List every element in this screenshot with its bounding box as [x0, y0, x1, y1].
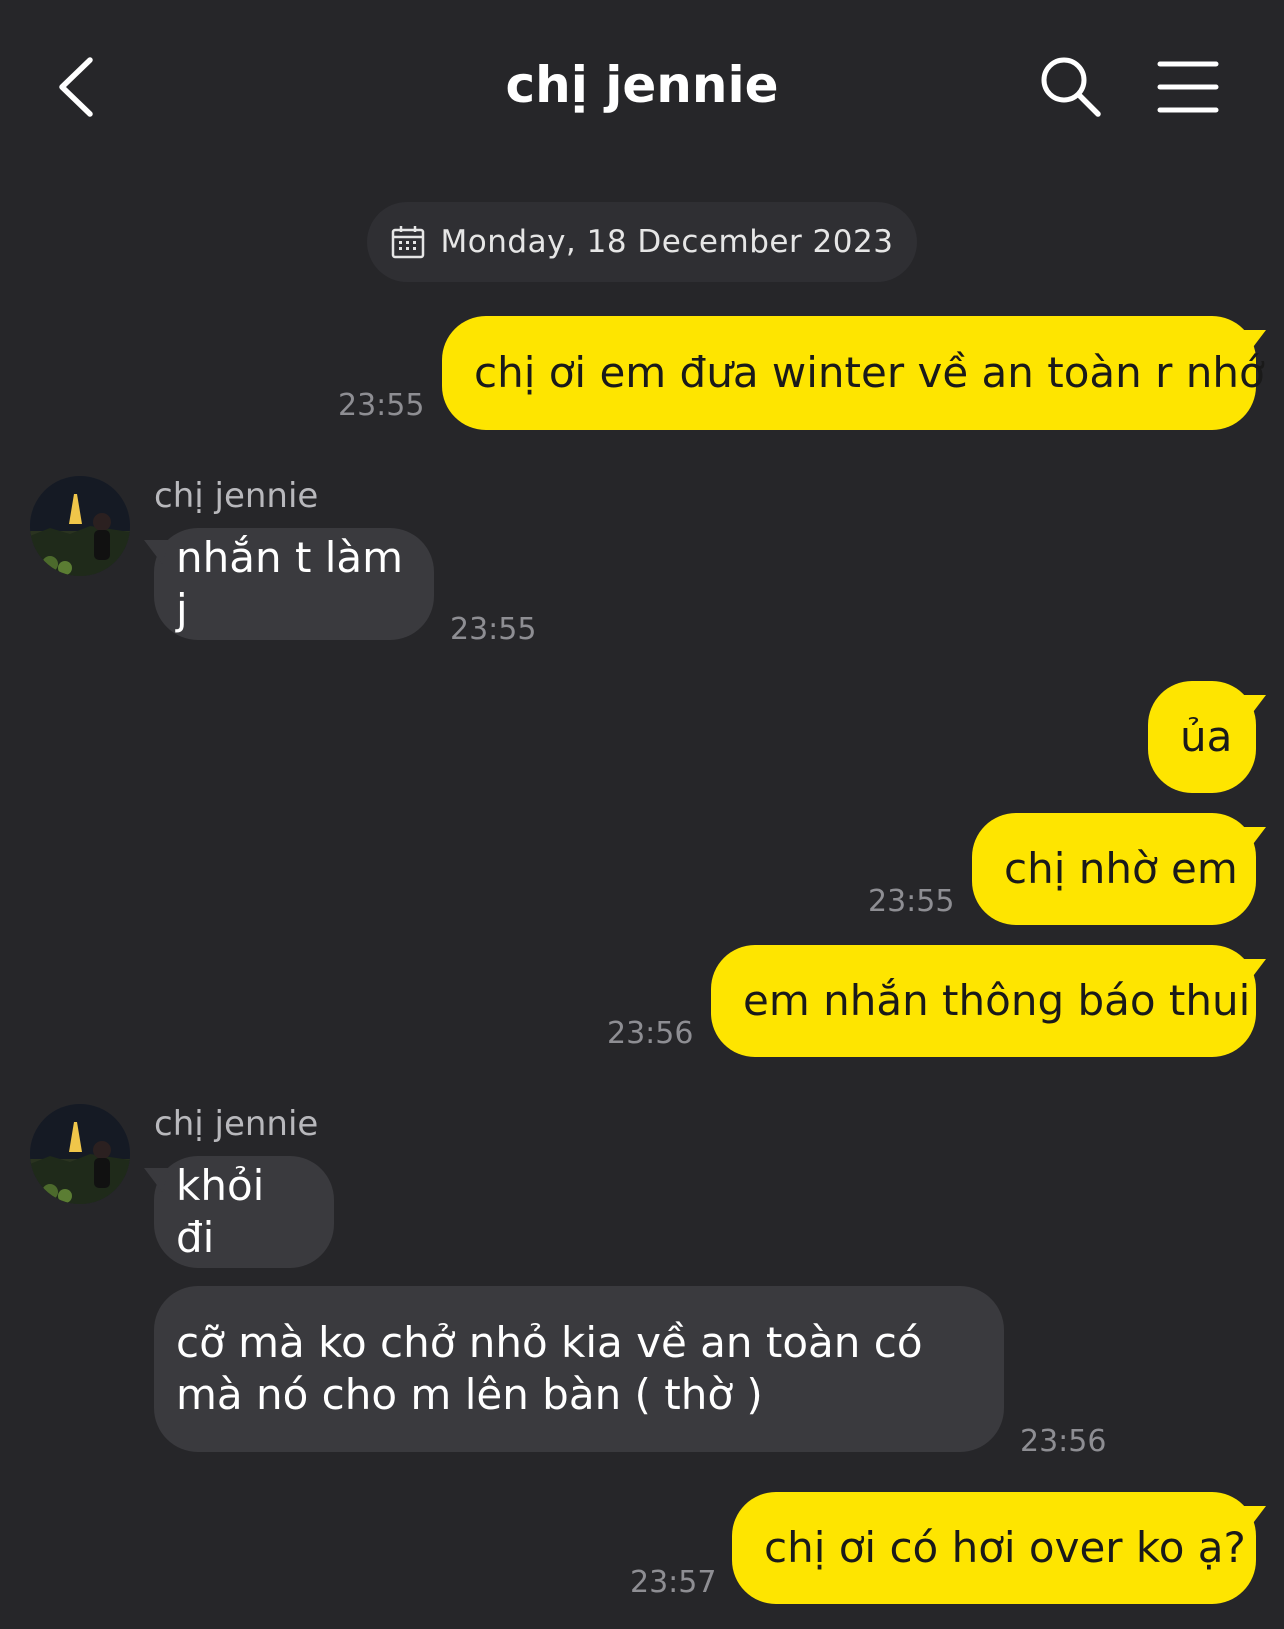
- sender-name: chị jennie: [154, 476, 319, 516]
- search-icon: [1041, 57, 1101, 117]
- message-time: 23:55: [868, 884, 955, 919]
- message-text: chị nhờ em: [1004, 844, 1238, 893]
- message-bubble-outgoing[interactable]: em nhắn thông báo thui: [711, 945, 1256, 1057]
- message-bubble-outgoing[interactable]: chị ơi em đưa winter về an toàn r nhớ: [442, 316, 1265, 430]
- message-text: ủa: [1180, 712, 1233, 761]
- message-bubble-incoming[interactable]: cỡ mà ko chở nhỏ kia về an toàn có mà nó…: [154, 1286, 1004, 1452]
- avatar[interactable]: [30, 476, 130, 576]
- hamburger-menu-icon: [1157, 61, 1219, 113]
- message-text: chị ơi có hơi over ko ạ?: [764, 1523, 1246, 1572]
- search-button[interactable]: [1036, 52, 1106, 122]
- sender-name: chị jennie: [154, 1104, 319, 1144]
- date-separator: Monday, 18 December 2023: [367, 202, 917, 282]
- message-time: 23:57: [630, 1565, 717, 1600]
- message-text: chị ơi em đưa winter về an toàn r nhớ: [474, 348, 1265, 397]
- message-bubble-outgoing[interactable]: chị ơi có hơi over ko ạ?: [732, 1492, 1256, 1604]
- message-time: 23:56: [1020, 1424, 1107, 1459]
- menu-button[interactable]: [1156, 58, 1220, 116]
- avatar[interactable]: [30, 1104, 130, 1204]
- chat-header: chị jennie: [0, 0, 1284, 180]
- message-text: khỏi đi: [176, 1161, 265, 1262]
- message-bubble-outgoing[interactable]: chị nhờ em: [972, 813, 1256, 925]
- avatar-photo: [30, 1104, 130, 1204]
- message-bubble-incoming[interactable]: khỏi đi: [154, 1156, 334, 1268]
- message-bubble-incoming[interactable]: nhắn t làm j: [154, 528, 434, 640]
- avatar-photo: [30, 476, 130, 576]
- message-time: 23:55: [338, 388, 425, 423]
- date-label: Monday, 18 December 2023: [440, 224, 894, 260]
- message-text: nhắn t làm j: [176, 533, 404, 634]
- message-text: cỡ mà ko chở nhỏ kia về an toàn có mà nó…: [176, 1318, 923, 1419]
- message-time: 23:55: [450, 612, 537, 647]
- message-time: 23:56: [607, 1016, 694, 1051]
- calendar-icon: [391, 226, 424, 259]
- message-bubble-outgoing[interactable]: ủa: [1148, 681, 1256, 793]
- message-text: em nhắn thông báo thui: [743, 976, 1251, 1025]
